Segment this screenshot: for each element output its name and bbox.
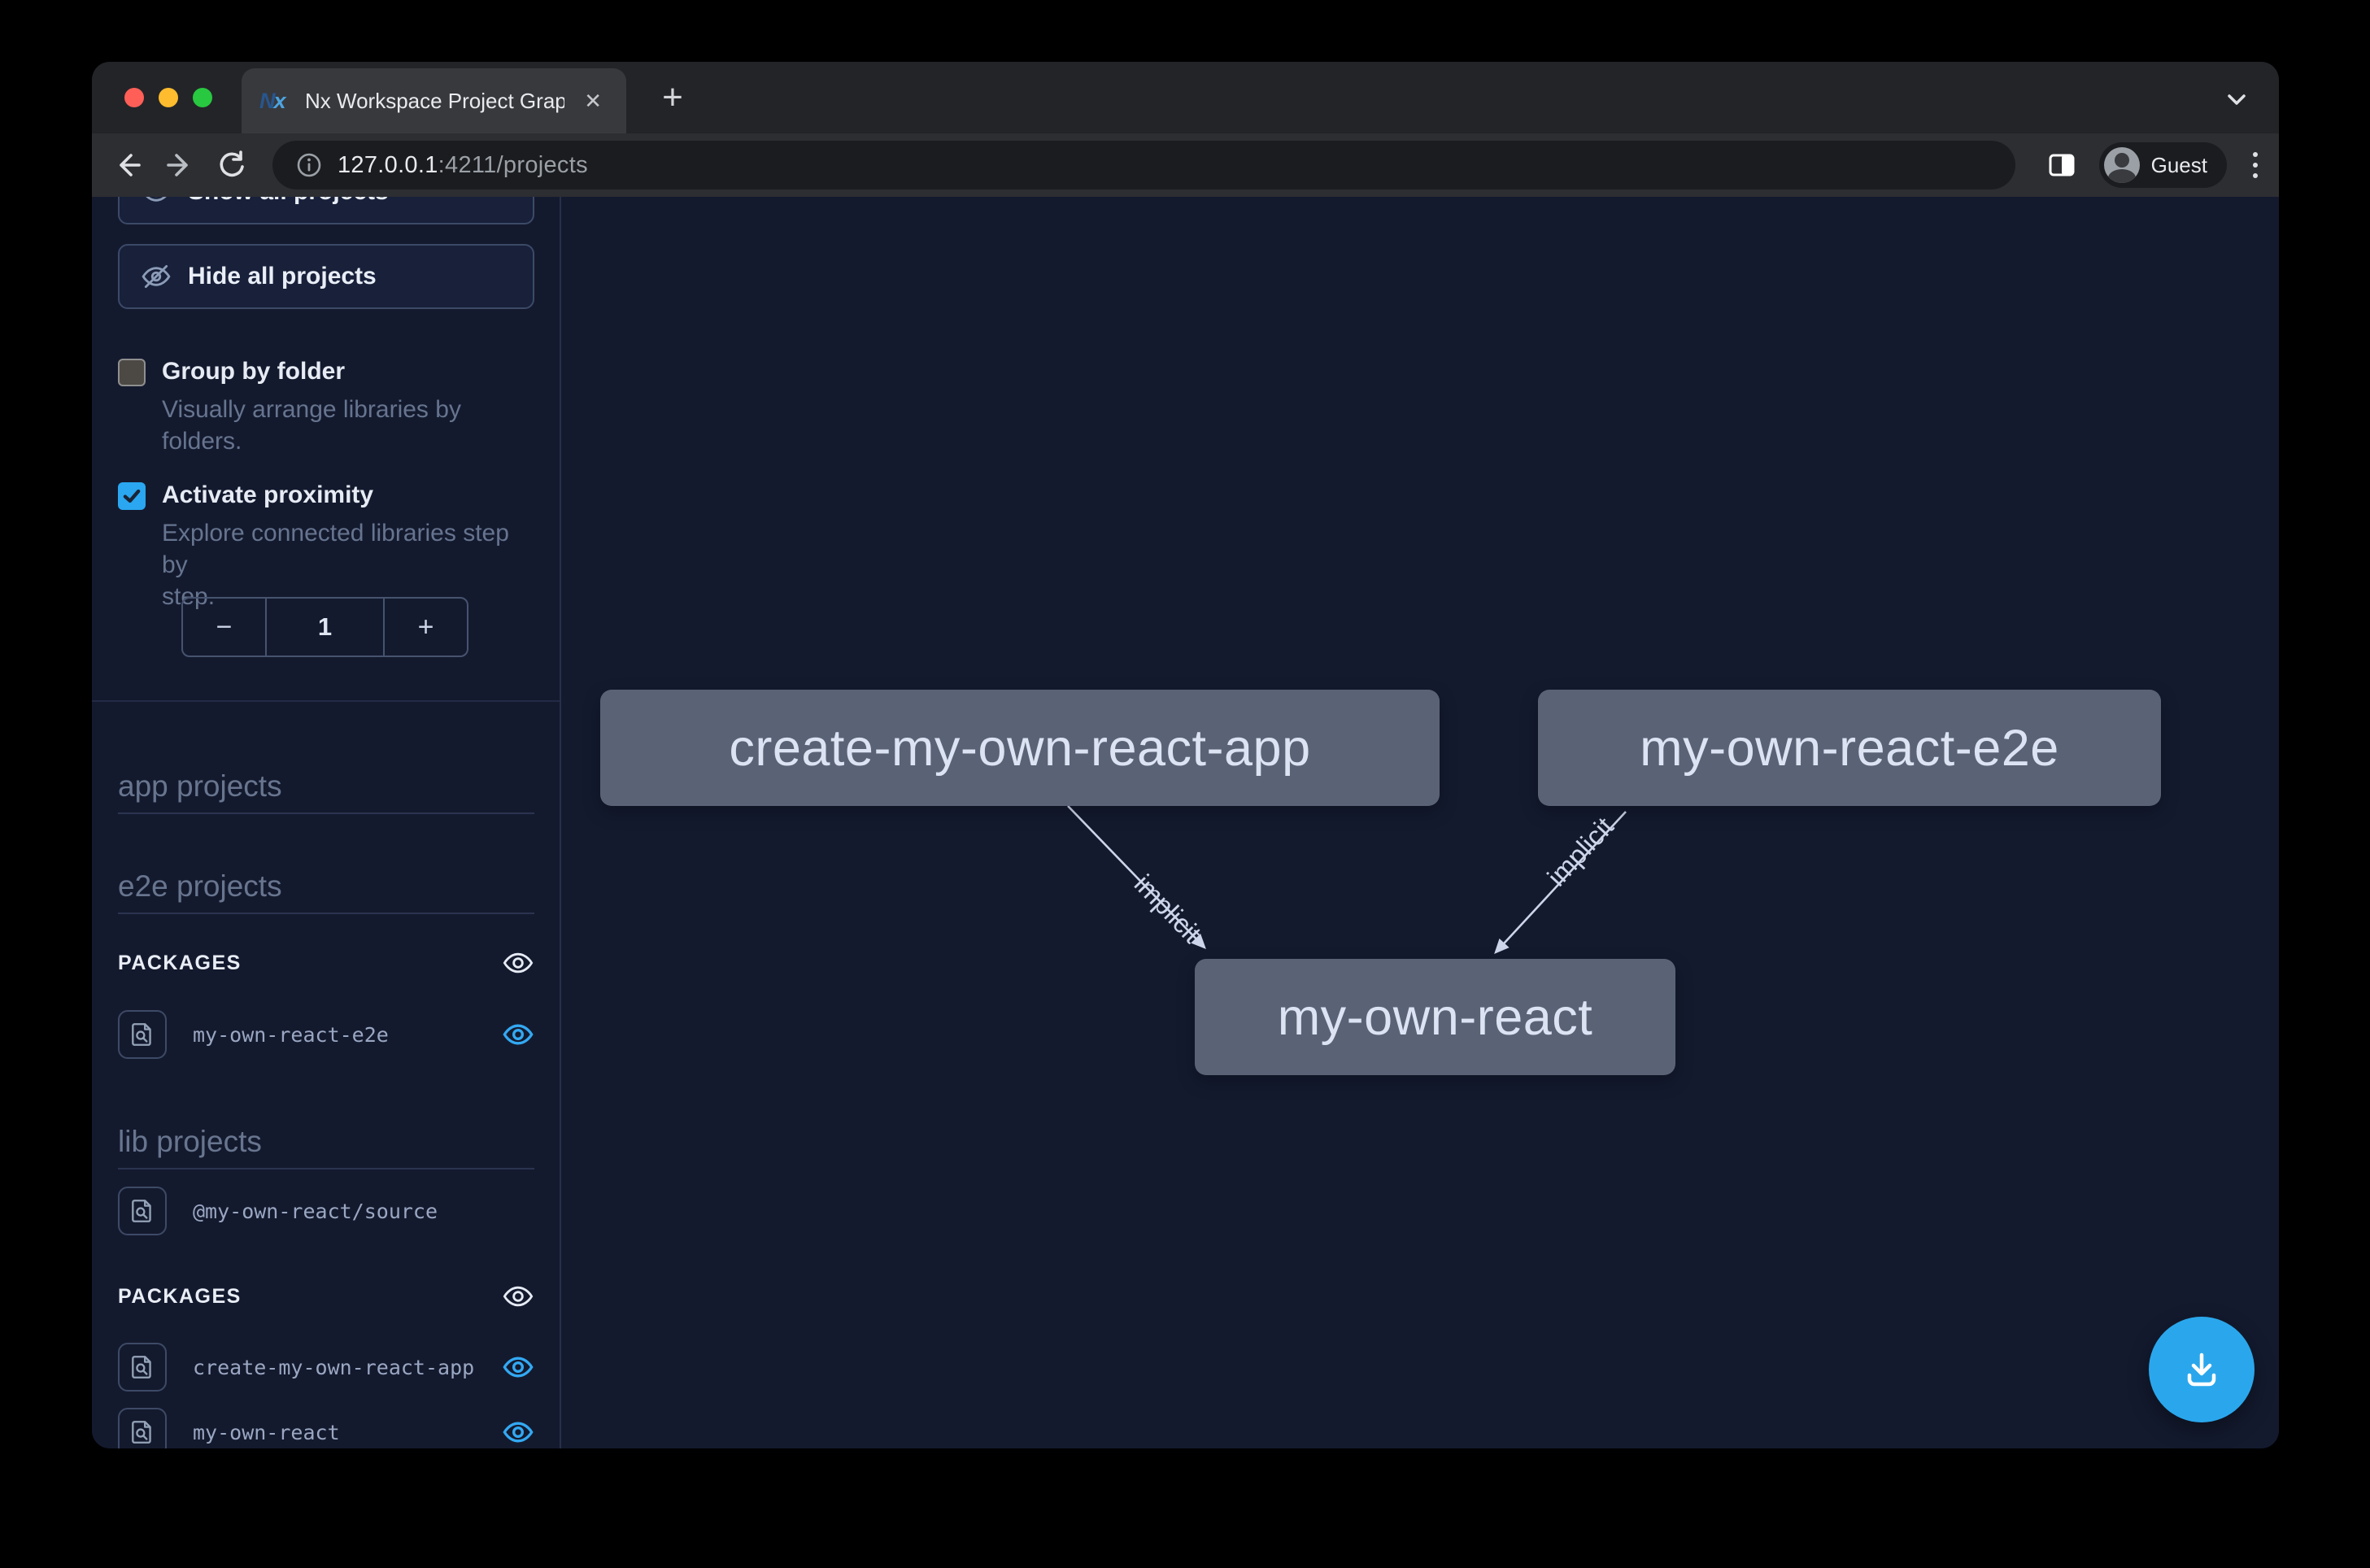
activate-proximity-label: Activate proximity — [162, 481, 525, 509]
browser-menu-button[interactable] — [2248, 147, 2263, 183]
eye-icon-active[interactable] — [502, 1018, 534, 1051]
download-graph-button[interactable] — [2149, 1317, 2255, 1422]
focus-project-button[interactable] — [118, 1010, 167, 1059]
edge-label: implicit — [1541, 812, 1619, 892]
eye-icon-active[interactable] — [502, 1416, 534, 1448]
e2e-packages-header: PACKAGES — [118, 945, 534, 981]
new-tab-button[interactable]: + — [651, 76, 694, 119]
eye-slash-icon — [141, 261, 172, 292]
show-all-projects-button[interactable]: Show all projects — [118, 197, 534, 224]
close-window-button[interactable] — [124, 88, 144, 107]
graph-node-my-own-react-e2e[interactable]: my-own-react-e2e — [1538, 690, 2161, 806]
sidebar: Show all projects Hide all projects Grou… — [92, 197, 561, 1448]
project-row: my-own-react — [118, 1408, 534, 1448]
proximity-value: 1 — [265, 599, 385, 656]
side-panel-icon[interactable] — [2045, 149, 2078, 181]
url-text: 127.0.0.1:4211/projects — [338, 152, 588, 179]
url-host: 127.0.0.1 — [338, 152, 438, 178]
info-icon[interactable] — [295, 151, 323, 179]
project-name: my-own-react — [193, 1421, 476, 1444]
group-by-folder-label: Group by folder — [162, 358, 525, 385]
eye-icon[interactable] — [502, 947, 534, 979]
project-row: create-my-own-react-app — [118, 1343, 534, 1392]
file-search-icon — [129, 1418, 156, 1446]
proximity-stepper: − 1 + — [181, 597, 468, 657]
project-graph-canvas[interactable]: implicit implicit create-my-own-react-ap… — [561, 197, 2279, 1448]
focus-project-button[interactable] — [118, 1187, 167, 1235]
increment-button[interactable]: + — [385, 599, 467, 656]
url-path: :4211/projects — [438, 152, 588, 178]
group-by-folder-description: Visually arrange libraries by folders. — [162, 394, 525, 457]
browser-tab[interactable]: Nx Nx Workspace Project Graph ✕ — [242, 68, 626, 133]
hide-all-projects-label: Hide all projects — [188, 263, 377, 290]
window-controls — [124, 88, 212, 107]
tab-strip: Nx Nx Workspace Project Graph ✕ + — [92, 62, 2279, 133]
chevron-down-icon[interactable] — [2220, 83, 2253, 115]
project-row: @my-own-react/source — [118, 1187, 534, 1235]
show-all-projects-label: Show all projects — [188, 197, 389, 206]
decrement-button[interactable]: − — [183, 599, 265, 656]
lib-packages-header: PACKAGES — [118, 1278, 534, 1314]
eye-icon — [141, 197, 172, 207]
graph-node-create-my-own-react-app[interactable]: create-my-own-react-app — [600, 690, 1440, 806]
packages-title: PACKAGES — [118, 952, 242, 975]
focus-project-button[interactable] — [118, 1343, 167, 1392]
forward-button[interactable] — [157, 142, 203, 188]
download-icon — [2176, 1344, 2227, 1395]
browser-toolbar: 127.0.0.1:4211/projects Guest — [92, 133, 2279, 197]
file-search-icon — [129, 1021, 156, 1048]
packages-title: PACKAGES — [118, 1285, 242, 1309]
activate-proximity-option: Activate proximity Explore connected lib… — [118, 481, 525, 612]
checkmark-icon — [121, 486, 142, 507]
group-by-folder-checkbox[interactable] — [118, 359, 146, 386]
group-by-folder-option: Group by folder Visually arrange librari… — [118, 358, 525, 457]
avatar — [2104, 147, 2140, 183]
tab-close-icon[interactable]: ✕ — [577, 85, 608, 117]
graph-node-my-own-react[interactable]: my-own-react — [1195, 959, 1675, 1075]
activate-proximity-checkbox[interactable] — [118, 482, 146, 510]
nx-favicon: Nx — [259, 87, 292, 115]
tab-title: Nx Workspace Project Graph — [305, 89, 564, 114]
reload-button[interactable] — [209, 142, 255, 188]
project-name: my-own-react-e2e — [193, 1023, 476, 1047]
graph-edges: implicit implicit — [561, 197, 2279, 1448]
file-search-icon — [129, 1197, 156, 1225]
sidebar-divider — [92, 700, 560, 702]
focus-project-button[interactable] — [118, 1408, 167, 1448]
app-projects-heading: app projects — [118, 769, 534, 814]
eye-icon[interactable] — [502, 1280, 534, 1313]
project-name: create-my-own-react-app — [193, 1356, 476, 1379]
minimize-window-button[interactable] — [159, 88, 178, 107]
lib-projects-heading: lib projects — [118, 1125, 534, 1169]
e2e-projects-heading: e2e projects — [118, 869, 534, 914]
profile-name: Guest — [2151, 153, 2207, 178]
project-name: @my-own-react/source — [193, 1200, 534, 1223]
file-search-icon — [129, 1353, 156, 1381]
profile-button[interactable]: Guest — [2099, 142, 2227, 188]
browser-window: Nx Nx Workspace Project Graph ✕ + — [92, 62, 2279, 1448]
hide-all-projects-button[interactable]: Hide all projects — [118, 244, 534, 309]
edge-label: implicit — [1129, 869, 1208, 948]
back-button[interactable] — [105, 142, 150, 188]
eye-icon-active[interactable] — [502, 1351, 534, 1383]
address-bar[interactable]: 127.0.0.1:4211/projects — [272, 141, 2015, 189]
zoom-window-button[interactable] — [193, 88, 212, 107]
project-row: my-own-react-e2e — [118, 1010, 534, 1059]
